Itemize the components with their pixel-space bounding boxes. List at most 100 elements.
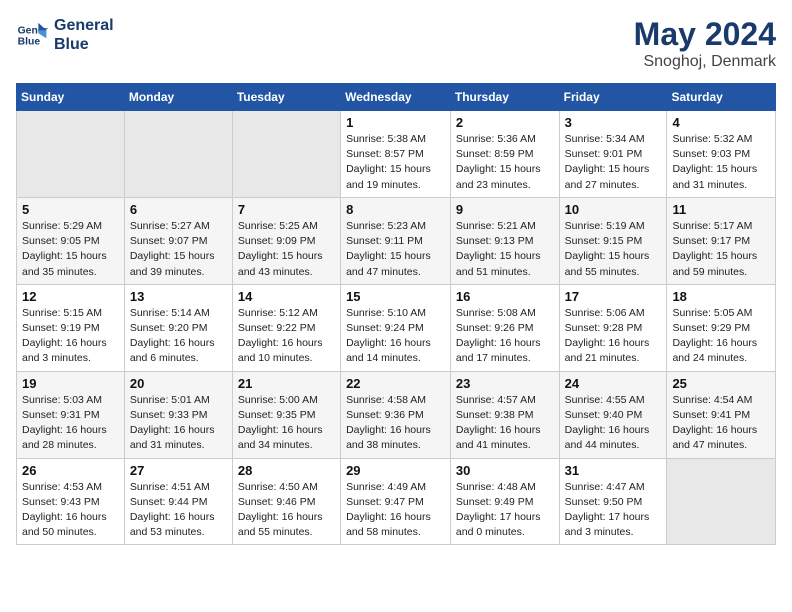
svg-text:Blue: Blue (18, 37, 41, 48)
day-number: 8 (346, 202, 445, 217)
day-number: 6 (130, 202, 227, 217)
day-info: Sunrise: 5:08 AM Sunset: 9:26 PM Dayligh… (456, 306, 554, 367)
calendar-cell: 3 Sunrise: 5:34 AM Sunset: 9:01 PM Daylig… (559, 111, 667, 198)
calendar-cell: 18 Sunrise: 5:05 AM Sunset: 9:29 PM Dayli… (667, 284, 776, 371)
day-info: Sunrise: 5:32 AM Sunset: 9:03 PM Dayligh… (672, 132, 770, 193)
calendar-cell (124, 111, 232, 198)
calendar-cell: 13Sunrise: 5:14 AM Sunset: 9:20 PM Dayli… (124, 284, 232, 371)
weekday-header-row: SundayMondayTuesdayWednesdayThursdayFrid… (17, 84, 776, 111)
day-number: 19 (22, 376, 119, 391)
day-info: Sunrise: 4:58 AM Sunset: 9:36 PM Dayligh… (346, 393, 445, 454)
day-info: Sunrise: 4:51 AM Sunset: 9:44 PM Dayligh… (130, 480, 227, 541)
day-number: 9 (456, 202, 554, 217)
calendar-cell: 6 Sunrise: 5:27 AM Sunset: 9:07 PM Daylig… (124, 197, 232, 284)
day-info: Sunrise: 5:15 AM Sunset: 9:19 PM Dayligh… (22, 306, 119, 367)
day-number: 30 (456, 463, 554, 478)
calendar-cell: 27 Sunrise: 4:51 AM Sunset: 9:44 PM Dayli… (124, 458, 232, 545)
weekday-header-friday: Friday (559, 84, 667, 111)
page-header: General Blue General Blue May 2024 Snogh… (16, 16, 776, 71)
day-number: 7 (238, 202, 335, 217)
day-info: Sunrise: 4:57 AM Sunset: 9:38 PM Dayligh… (456, 393, 554, 454)
calendar-week-1: 1Sunrise: 5:38 AM Sunset: 8:57 PM Daylig… (17, 111, 776, 198)
day-info: Sunrise: 5:12 AM Sunset: 9:22 PM Dayligh… (238, 306, 335, 367)
calendar-cell: 4 Sunrise: 5:32 AM Sunset: 9:03 PM Daylig… (667, 111, 776, 198)
logo-icon: General Blue (16, 19, 48, 51)
weekday-header-monday: Monday (124, 84, 232, 111)
day-number: 17 (565, 289, 662, 304)
calendar-cell: 14 Sunrise: 5:12 AM Sunset: 9:22 PM Dayli… (232, 284, 340, 371)
day-info: Sunrise: 5:36 AM Sunset: 8:59 PM Dayligh… (456, 132, 554, 193)
calendar-cell: 24Sunrise: 4:55 AM Sunset: 9:40 PM Dayli… (559, 371, 667, 458)
day-info: Sunrise: 5:17 AM Sunset: 9:17 PM Dayligh… (672, 219, 770, 280)
day-number: 20 (130, 376, 227, 391)
day-info: Sunrise: 5:10 AM Sunset: 9:24 PM Dayligh… (346, 306, 445, 367)
day-info: Sunrise: 5:27 AM Sunset: 9:07 PM Dayligh… (130, 219, 227, 280)
day-number: 23 (456, 376, 554, 391)
day-info: Sunrise: 5:38 AM Sunset: 8:57 PM Dayligh… (346, 132, 445, 193)
day-info: Sunrise: 5:14 AM Sunset: 9:20 PM Dayligh… (130, 306, 227, 367)
day-info: Sunrise: 4:47 AM Sunset: 9:50 PM Dayligh… (565, 480, 662, 541)
calendar-cell: 25 Sunrise: 4:54 AM Sunset: 9:41 PM Dayli… (667, 371, 776, 458)
calendar-cell: 15Sunrise: 5:10 AM Sunset: 9:24 PM Dayli… (341, 284, 451, 371)
calendar-cell: 16Sunrise: 5:08 AM Sunset: 9:26 PM Dayli… (450, 284, 559, 371)
calendar-week-3: 12Sunrise: 5:15 AM Sunset: 9:19 PM Dayli… (17, 284, 776, 371)
calendar-cell: 23 Sunrise: 4:57 AM Sunset: 9:38 PM Dayli… (450, 371, 559, 458)
day-info: Sunrise: 4:54 AM Sunset: 9:41 PM Dayligh… (672, 393, 770, 454)
day-number: 31 (565, 463, 662, 478)
day-number: 2 (456, 115, 554, 130)
calendar-week-4: 19 Sunrise: 5:03 AM Sunset: 9:31 PM Dayli… (17, 371, 776, 458)
day-info: Sunrise: 5:21 AM Sunset: 9:13 PM Dayligh… (456, 219, 554, 280)
day-number: 27 (130, 463, 227, 478)
calendar-cell: 29Sunrise: 4:49 AM Sunset: 9:47 PM Dayli… (341, 458, 451, 545)
calendar-cell (667, 458, 776, 545)
day-info: Sunrise: 5:34 AM Sunset: 9:01 PM Dayligh… (565, 132, 662, 193)
day-info: Sunrise: 5:03 AM Sunset: 9:31 PM Dayligh… (22, 393, 119, 454)
day-info: Sunrise: 5:23 AM Sunset: 9:11 PM Dayligh… (346, 219, 445, 280)
day-number: 24 (565, 376, 662, 391)
day-info: Sunrise: 5:19 AM Sunset: 9:15 PM Dayligh… (565, 219, 662, 280)
day-info: Sunrise: 5:05 AM Sunset: 9:29 PM Dayligh… (672, 306, 770, 367)
calendar-table: SundayMondayTuesdayWednesdayThursdayFrid… (16, 83, 776, 545)
calendar-cell: 30 Sunrise: 4:48 AM Sunset: 9:49 PM Dayli… (450, 458, 559, 545)
day-number: 5 (22, 202, 119, 217)
day-number: 26 (22, 463, 119, 478)
day-info: Sunrise: 4:48 AM Sunset: 9:49 PM Dayligh… (456, 480, 554, 541)
title-block: May 2024 Snoghoj, Denmark (634, 16, 776, 71)
day-number: 25 (672, 376, 770, 391)
day-number: 22 (346, 376, 445, 391)
calendar-cell (17, 111, 125, 198)
calendar-cell: 8 Sunrise: 5:23 AM Sunset: 9:11 PM Daylig… (341, 197, 451, 284)
day-number: 14 (238, 289, 335, 304)
calendar-cell: 2 Sunrise: 5:36 AM Sunset: 8:59 PM Daylig… (450, 111, 559, 198)
day-number: 11 (672, 202, 770, 217)
calendar-cell: 11 Sunrise: 5:17 AM Sunset: 9:17 PM Dayli… (667, 197, 776, 284)
day-info: Sunrise: 5:06 AM Sunset: 9:28 PM Dayligh… (565, 306, 662, 367)
calendar-cell: 7 Sunrise: 5:25 AM Sunset: 9:09 PM Daylig… (232, 197, 340, 284)
day-number: 29 (346, 463, 445, 478)
location-title: Snoghoj, Denmark (634, 53, 776, 71)
calendar-cell: 5 Sunrise: 5:29 AM Sunset: 9:05 PM Daylig… (17, 197, 125, 284)
weekday-header-saturday: Saturday (667, 84, 776, 111)
calendar-cell (232, 111, 340, 198)
calendar-cell: 20 Sunrise: 5:01 AM Sunset: 9:33 PM Dayli… (124, 371, 232, 458)
weekday-header-tuesday: Tuesday (232, 84, 340, 111)
day-info: Sunrise: 5:29 AM Sunset: 9:05 PM Dayligh… (22, 219, 119, 280)
calendar-cell: 1Sunrise: 5:38 AM Sunset: 8:57 PM Daylig… (341, 111, 451, 198)
weekday-header-wednesday: Wednesday (341, 84, 451, 111)
day-number: 10 (565, 202, 662, 217)
day-info: Sunrise: 5:01 AM Sunset: 9:33 PM Dayligh… (130, 393, 227, 454)
calendar-week-2: 5 Sunrise: 5:29 AM Sunset: 9:05 PM Daylig… (17, 197, 776, 284)
logo-text-blue: Blue (54, 35, 114, 54)
day-info: Sunrise: 5:25 AM Sunset: 9:09 PM Dayligh… (238, 219, 335, 280)
day-number: 18 (672, 289, 770, 304)
calendar-cell: 31 Sunrise: 4:47 AM Sunset: 9:50 PM Dayli… (559, 458, 667, 545)
day-number: 3 (565, 115, 662, 130)
calendar-cell: 12Sunrise: 5:15 AM Sunset: 9:19 PM Dayli… (17, 284, 125, 371)
calendar-cell: 9 Sunrise: 5:21 AM Sunset: 9:13 PM Daylig… (450, 197, 559, 284)
day-info: Sunrise: 5:00 AM Sunset: 9:35 PM Dayligh… (238, 393, 335, 454)
day-number: 21 (238, 376, 335, 391)
calendar-cell: 17 Sunrise: 5:06 AM Sunset: 9:28 PM Dayli… (559, 284, 667, 371)
day-number: 4 (672, 115, 770, 130)
day-info: Sunrise: 4:53 AM Sunset: 9:43 PM Dayligh… (22, 480, 119, 541)
calendar-cell: 22 Sunrise: 4:58 AM Sunset: 9:36 PM Dayli… (341, 371, 451, 458)
